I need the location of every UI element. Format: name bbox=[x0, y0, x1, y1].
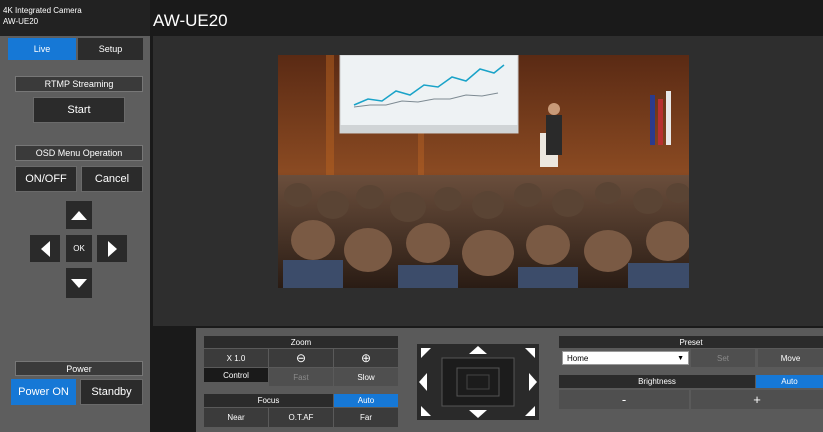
preset-select[interactable]: Home ▼ bbox=[562, 351, 689, 365]
zoom-out-button[interactable]: ⊖ bbox=[269, 349, 333, 367]
zoom-control-label: Control bbox=[204, 368, 268, 382]
osd-left-button[interactable] bbox=[30, 235, 60, 262]
focus-auto-button[interactable]: Auto bbox=[334, 394, 398, 407]
focus-near-button[interactable]: Near bbox=[204, 408, 268, 427]
arrow-left-icon bbox=[40, 240, 50, 257]
zoom-value: X 1.0 bbox=[204, 349, 268, 367]
focus-otaf-button[interactable]: O.T.AF bbox=[269, 408, 333, 427]
osd-ok-button[interactable]: OK bbox=[66, 235, 92, 262]
preset-move-button[interactable]: Move bbox=[758, 349, 823, 367]
osd-menu-label: OSD Menu Operation bbox=[15, 145, 143, 161]
conference-scene-graphic bbox=[278, 55, 689, 288]
power-label: Power bbox=[15, 361, 143, 376]
preset-label: Preset bbox=[559, 336, 823, 348]
focus-label: Focus bbox=[204, 394, 333, 407]
zoom-in-button[interactable]: ⊕ bbox=[334, 349, 398, 367]
osd-up-button[interactable] bbox=[66, 201, 92, 229]
zoom-fast-button[interactable]: Fast bbox=[269, 368, 333, 386]
chevron-down-icon: ▼ bbox=[677, 354, 684, 362]
arrow-down-icon bbox=[71, 278, 87, 288]
preset-selected-value: Home bbox=[567, 353, 589, 363]
rtmp-start-button[interactable]: Start bbox=[33, 97, 125, 123]
pan-tilt-pad[interactable] bbox=[417, 344, 539, 420]
page-title: AW-UE20 bbox=[153, 11, 228, 30]
zoom-slow-button[interactable]: Slow bbox=[334, 368, 398, 386]
focus-far-button[interactable]: Far bbox=[334, 408, 398, 427]
brightness-plus-button[interactable]: + bbox=[691, 390, 823, 409]
arrow-right-icon bbox=[107, 240, 117, 257]
pan-tilt-graphic bbox=[417, 344, 539, 420]
brand-name-line: AW-UE20 bbox=[3, 17, 39, 26]
brightness-minus-button[interactable]: - bbox=[559, 390, 689, 409]
brightness-auto-button[interactable]: Auto bbox=[756, 375, 823, 388]
zoom-in-icon: ⊕ bbox=[360, 351, 372, 365]
osd-right-button[interactable] bbox=[97, 235, 127, 262]
zoom-label: Zoom bbox=[204, 336, 398, 348]
tab-live[interactable]: Live bbox=[8, 38, 76, 60]
power-on-button[interactable]: Power ON bbox=[11, 379, 76, 405]
osd-cancel-button[interactable]: Cancel bbox=[81, 166, 143, 192]
osd-down-button[interactable] bbox=[66, 268, 92, 298]
zoom-out-icon: ⊖ bbox=[295, 351, 307, 365]
arrow-up-icon bbox=[71, 210, 87, 220]
rtmp-streaming-label: RTMP Streaming bbox=[15, 76, 143, 92]
tab-setup[interactable]: Setup bbox=[78, 38, 143, 60]
standby-button[interactable]: Standby bbox=[80, 379, 143, 405]
osd-onoff-button[interactable]: ON/OFF bbox=[15, 166, 77, 192]
brand-model-line: 4K Integrated Camera bbox=[3, 6, 82, 15]
preset-set-button[interactable]: Set bbox=[691, 349, 755, 367]
camera-preview-image[interactable] bbox=[278, 55, 689, 288]
brightness-label: Brightness bbox=[559, 375, 755, 388]
